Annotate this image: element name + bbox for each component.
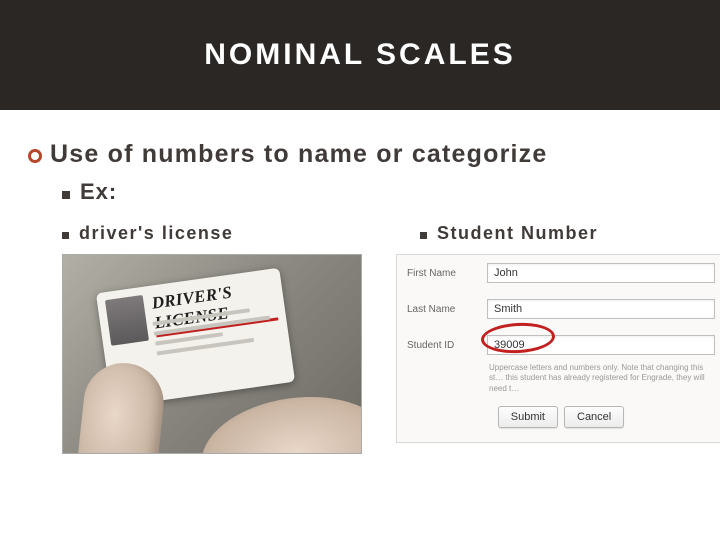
bullet2-text: Ex: [80, 179, 117, 205]
example-left-column: driver's license DRIVER'S LICENSE [62, 223, 390, 454]
student-form: First Name John Last Name Smith Student … [396, 254, 720, 443]
form-buttons: Submit Cancel [397, 394, 720, 442]
license-portrait [105, 295, 149, 346]
cancel-button[interactable]: Cancel [564, 406, 624, 428]
example-right-label-row: Student Number [420, 223, 720, 244]
example-left-label: driver's license [79, 223, 233, 244]
slide-title: NOMINAL SCALES [204, 38, 515, 72]
example-left-label-row: driver's license [62, 223, 390, 244]
examples-row: driver's license DRIVER'S LICENSE [62, 223, 720, 454]
lastname-label: Last Name [407, 304, 487, 315]
title-bar: NOMINAL SCALES [0, 0, 720, 110]
bullet-level-1: Use of numbers to name or categorize [28, 140, 692, 169]
example-right-label: Student Number [437, 223, 598, 244]
drivers-license-photo: DRIVER'S LICENSE [62, 254, 362, 454]
firstname-value: John [494, 267, 518, 279]
bullet-level-2: Ex: [62, 179, 692, 205]
bullet1-text: Use of numbers to name or categorize [50, 140, 547, 169]
square-bullet-icon [420, 232, 427, 239]
square-bullet-icon [62, 232, 69, 239]
studentid-value: 39009 [494, 339, 525, 351]
square-bullet-icon [62, 191, 70, 199]
example-right-column: Student Number First Name John Last Name… [390, 223, 720, 454]
firstname-label: First Name [407, 268, 487, 279]
firstname-input[interactable]: John [487, 263, 715, 283]
form-row-lastname: Last Name Smith [397, 291, 720, 327]
studentid-label: Student ID [407, 340, 487, 351]
studentid-input[interactable]: 39009 [487, 335, 715, 355]
studentid-hint: Uppercase letters and numbers only. Note… [397, 363, 720, 394]
lastname-value: Smith [494, 303, 522, 315]
submit-button[interactable]: Submit [498, 406, 558, 428]
content-area: Use of numbers to name or categorize Ex:… [0, 110, 720, 454]
circle-bullet-icon [28, 149, 42, 163]
lastname-input[interactable]: Smith [487, 299, 715, 319]
hand-fingers [194, 385, 362, 454]
form-row-firstname: First Name John [397, 255, 720, 291]
form-row-studentid: Student ID 39009 [397, 327, 720, 363]
